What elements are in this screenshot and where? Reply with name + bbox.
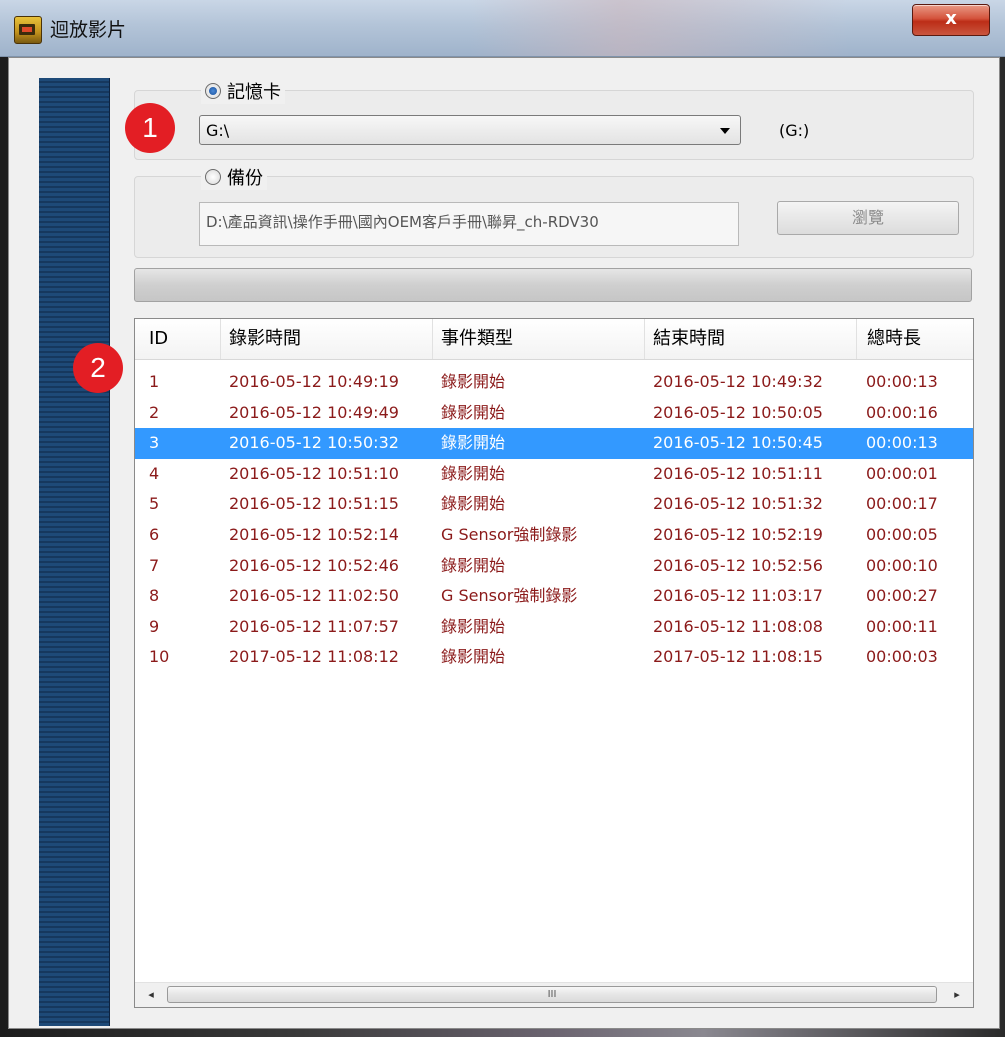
cell-duration: 00:00:17: [866, 494, 938, 514]
cell-record-time: 2016-05-12 10:51:15: [229, 494, 399, 514]
cell-duration: 00:00:11: [866, 616, 938, 636]
memory-card-radio[interactable]: [205, 83, 221, 99]
list-header: ID 錄影時間 事件類型 結束時間 總時長: [135, 319, 973, 360]
column-header-duration[interactable]: 總時長: [857, 319, 973, 359]
drive-select-value: G:\: [206, 121, 230, 140]
cell-event-type: 錄影開始: [441, 463, 506, 483]
cell-event-type: 錄影開始: [441, 402, 506, 422]
side-banner: [39, 78, 110, 1026]
cell-id: 1: [149, 372, 160, 391]
callout-badge-1: 1: [125, 103, 175, 153]
table-row[interactable]: 9 2016-05-12 11:07:57 錄影開始 2016-05-12 11:08…: [135, 612, 973, 643]
column-header-record-time[interactable]: 錄影時間: [221, 319, 433, 359]
cell-id: 9: [149, 616, 160, 636]
cell-event-type: 錄影開始: [441, 647, 506, 667]
cell-record-time: 2016-05-12 10:51:10: [229, 463, 399, 483]
title-bar[interactable]: 迴放影片 x: [0, 0, 1005, 57]
cell-end-time: 2016-05-12 10:51:32: [653, 494, 823, 514]
cell-record-time: 2016-05-12 10:49:49: [229, 402, 399, 422]
cell-event-type: 錄影開始: [441, 616, 506, 636]
backup-radio[interactable]: [205, 169, 221, 185]
cell-end-time: 2016-05-12 11:03:17: [653, 586, 823, 606]
cell-end-time: 2016-05-12 10:50:45: [653, 433, 823, 453]
browse-button: 瀏覽: [777, 201, 959, 235]
backup-path-field: D:\產品資訊\操作手冊\國內OEM客戶手冊\聯昇_ch-RDV30: [199, 202, 739, 246]
cell-id: 10: [149, 647, 170, 667]
recording-list[interactable]: ID 錄影時間 事件類型 結束時間 總時長 1 2016-05-12 10:49:…: [134, 318, 974, 1008]
scrollbar-thumb[interactable]: III: [167, 986, 937, 1003]
column-header-event-type[interactable]: 事件類型: [433, 319, 645, 359]
cell-duration: 00:00:10: [866, 555, 938, 575]
app-icon: [14, 16, 42, 44]
progress-bar: [134, 268, 972, 302]
cell-end-time: 2016-05-12 10:51:11: [653, 463, 823, 483]
cell-duration: 00:00:16: [866, 402, 938, 422]
cell-id: 6: [149, 524, 160, 544]
cell-duration: 00:00:05: [866, 524, 938, 544]
memory-card-option[interactable]: 記憶卡: [201, 78, 285, 104]
table-row[interactable]: 6 2016-05-12 10:52:14 G Sensor強制錄影 2016-05-…: [135, 520, 973, 551]
backup-option[interactable]: 備份: [201, 164, 267, 190]
backup-label: 備份: [227, 168, 263, 189]
table-row[interactable]: 1 2016-05-12 10:49:19 錄影開始 2016-05-12 10:49…: [135, 367, 973, 398]
playback-window: 迴放影片 x 記憶卡 G:\ (G:) 備份 D:\產品資訊\操作手冊\國內OE…: [0, 0, 1005, 1037]
chevron-down-icon[interactable]: [720, 128, 730, 134]
title-bar-reflection: [470, 0, 850, 56]
table-row[interactable]: 2 2016-05-12 10:49:49 錄影開始 2016-05-12 10:50…: [135, 398, 973, 429]
cell-duration: 00:00:03: [866, 647, 938, 667]
cell-end-time: 2017-05-12 11:08:15: [653, 647, 823, 667]
dialog-body: 記憶卡 G:\ (G:) 備份 D:\產品資訊\操作手冊\國內OEM客戶手冊\聯…: [8, 57, 1000, 1029]
cell-id: 7: [149, 555, 160, 575]
column-header-end-time[interactable]: 結束時間: [645, 319, 857, 359]
table-row[interactable]: 7 2016-05-12 10:52:46 錄影開始 2016-05-12 10:52…: [135, 551, 973, 582]
cell-event-type: 錄影開始: [441, 555, 506, 575]
cell-record-time: 2016-05-12 10:52:46: [229, 555, 399, 575]
drive-letter-label: (G:): [779, 121, 810, 140]
cell-id: 5: [149, 494, 160, 514]
cell-event-type: G Sensor強制錄影: [441, 524, 578, 544]
memory-card-label: 記憶卡: [227, 82, 281, 103]
table-row[interactable]: 3 2016-05-12 10:50:32 錄影開始 2016-05-12 10:50…: [135, 428, 973, 459]
cell-end-time: 2016-05-12 10:52:56: [653, 555, 823, 575]
cell-id: 3: [149, 433, 160, 453]
table-row[interactable]: 10 2017-05-12 11:08:12 錄影開始 2017-05-12 11:0…: [135, 642, 973, 673]
close-button[interactable]: x: [912, 4, 990, 36]
cell-duration: 00:00:13: [866, 372, 938, 391]
cell-duration: 00:00:01: [866, 463, 938, 483]
cell-end-time: 2016-05-12 10:49:32: [653, 372, 823, 391]
cell-record-time: 2016-05-12 10:50:32: [229, 433, 399, 453]
cell-end-time: 2016-05-12 10:50:05: [653, 402, 823, 422]
table-row[interactable]: 8 2016-05-12 11:02:50 G Sensor強制錄影 2016-05-…: [135, 581, 973, 612]
scroll-right-icon[interactable]: ▸: [945, 983, 969, 1007]
cell-event-type: 錄影開始: [441, 494, 506, 514]
cell-record-time: 2016-05-12 10:52:14: [229, 524, 399, 544]
cell-end-time: 2016-05-12 11:08:08: [653, 616, 823, 636]
callout-badge-2: 2: [73, 343, 123, 393]
scroll-left-icon[interactable]: ◂: [139, 983, 163, 1007]
cell-event-type: 錄影開始: [441, 433, 506, 453]
table-row[interactable]: 5 2016-05-12 10:51:15 錄影開始 2016-05-12 10:51…: [135, 489, 973, 520]
table-row[interactable]: 4 2016-05-12 10:51:10 錄影開始 2016-05-12 10:51…: [135, 459, 973, 490]
cell-event-type: 錄影開始: [441, 372, 506, 391]
scrollbar-grip: III: [547, 989, 557, 1000]
cell-event-type: G Sensor強制錄影: [441, 586, 578, 606]
cell-end-time: 2016-05-12 10:52:19: [653, 524, 823, 544]
drive-select[interactable]: G:\: [199, 115, 741, 145]
cell-record-time: 2016-05-12 11:02:50: [229, 586, 399, 606]
cell-id: 2: [149, 402, 160, 422]
cell-record-time: 2016-05-12 10:49:19: [229, 372, 399, 391]
cell-duration: 00:00:13: [866, 433, 938, 453]
column-header-id[interactable]: ID: [135, 319, 221, 359]
cell-duration: 00:00:27: [866, 586, 938, 606]
list-rows: 1 2016-05-12 10:49:19 錄影開始 2016-05-12 10:49…: [135, 367, 973, 673]
window-title: 迴放影片: [50, 19, 127, 41]
cell-id: 4: [149, 463, 160, 483]
horizontal-scrollbar[interactable]: ◂ III ▸: [135, 982, 973, 1007]
cell-record-time: 2016-05-12 11:07:57: [229, 616, 399, 636]
cell-record-time: 2017-05-12 11:08:12: [229, 647, 399, 667]
cell-id: 8: [149, 586, 160, 606]
